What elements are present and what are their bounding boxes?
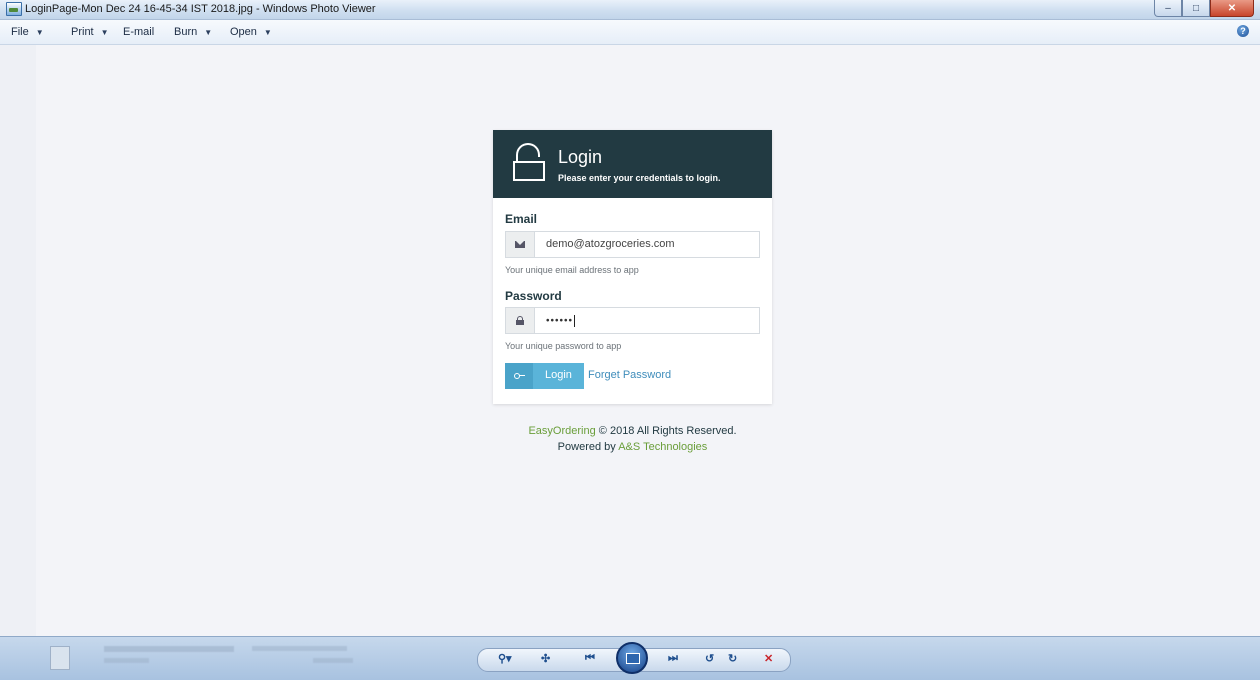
menu-email[interactable]: E-mail <box>123 26 154 38</box>
window-controls: – □ ✕ <box>1154 0 1254 17</box>
file-type-blurred <box>104 658 149 663</box>
login-card: Login Please enter your credentials to l… <box>493 130 772 404</box>
email-value: demo@atozgroceries.com <box>546 238 675 250</box>
password-help: Your unique password to app <box>505 341 622 351</box>
slideshow-button[interactable] <box>616 642 648 674</box>
envelope-icon <box>506 232 535 257</box>
next-icon[interactable]: ⏭ <box>668 652 678 665</box>
chevron-down-icon: ▼ <box>35 28 44 37</box>
menu-print[interactable]: Print ▼ <box>71 26 109 38</box>
file-info-blurred <box>104 646 234 652</box>
powered-by-text: Powered by <box>557 441 616 453</box>
window-titlebar: LoginPage-Mon Dec 24 16-45-34 IST 2018.j… <box>0 0 1260 20</box>
email-help: Your unique email address to app <box>505 265 639 275</box>
menu-open[interactable]: Open ▼ <box>230 26 272 38</box>
maximize-button[interactable]: □ <box>1182 0 1210 17</box>
rating-blurred <box>313 658 353 663</box>
login-button[interactable]: Login <box>505 363 584 389</box>
canvas-margin <box>0 45 36 636</box>
password-field[interactable]: •••••• <box>505 307 760 334</box>
login-header: Login Please enter your credentials to l… <box>493 130 772 198</box>
photo-viewer-icon <box>6 2 22 16</box>
help-icon[interactable]: ? <box>1237 25 1249 37</box>
chevron-down-icon: ▼ <box>263 28 272 37</box>
viewer-toolbar: ⚲▾ ✣ ⏮ ⏭ ↺ ↻ ✕ <box>0 636 1260 680</box>
delete-icon[interactable]: ✕ <box>764 652 773 665</box>
rotate-counterclockwise-icon[interactable]: ↺ <box>705 652 714 665</box>
copyright-text: © 2018 All Rights Reserved. <box>598 425 737 437</box>
menu-bar: File ▼ Print ▼ E-mail Burn ▼ Open ▼ ? <box>0 20 1260 45</box>
minimize-button[interactable]: – <box>1154 0 1182 17</box>
password-value: •••••• <box>546 315 576 327</box>
footer-copyright-line: EasyOrdering © 2018 All Rights Reserved. <box>493 423 772 439</box>
footer-powered-line: Powered by A&S Technologies <box>493 439 772 455</box>
email-field[interactable]: demo@atozgroceries.com <box>505 231 760 258</box>
previous-icon[interactable]: ⏮ <box>585 652 595 665</box>
login-button-label: Login <box>545 369 572 381</box>
chevron-down-icon: ▼ <box>100 28 109 37</box>
company-name: A&S Technologies <box>618 441 708 453</box>
key-icon <box>505 363 533 389</box>
login-title: Login <box>558 147 603 167</box>
close-button[interactable]: ✕ <box>1210 0 1254 17</box>
unlock-icon <box>513 143 545 183</box>
brand-name: EasyOrdering <box>528 425 596 437</box>
menu-file[interactable]: File ▼ <box>11 26 44 38</box>
password-label: Password <box>505 289 562 303</box>
window-title: LoginPage-Mon Dec 24 16-45-34 IST 2018.j… <box>25 3 376 15</box>
forget-password-link[interactable]: Forget Password <box>588 369 671 381</box>
footer: EasyOrdering © 2018 All Rights Reserved.… <box>493 423 772 455</box>
menu-burn[interactable]: Burn ▼ <box>174 26 212 38</box>
file-thumbnail-icon <box>50 646 70 670</box>
image-canvas: Login Please enter your credentials to l… <box>0 45 1260 636</box>
zoom-icon[interactable]: ⚲▾ <box>498 652 512 665</box>
rotate-clockwise-icon[interactable]: ↻ <box>728 652 737 665</box>
email-label: Email <box>505 212 538 226</box>
actual-size-icon[interactable]: ✣ <box>541 652 550 665</box>
chevron-down-icon: ▼ <box>204 28 213 37</box>
lock-icon <box>506 308 535 333</box>
login-subtitle: Please enter your credentials to login. <box>558 173 721 183</box>
date-taken-blurred <box>252 646 347 651</box>
